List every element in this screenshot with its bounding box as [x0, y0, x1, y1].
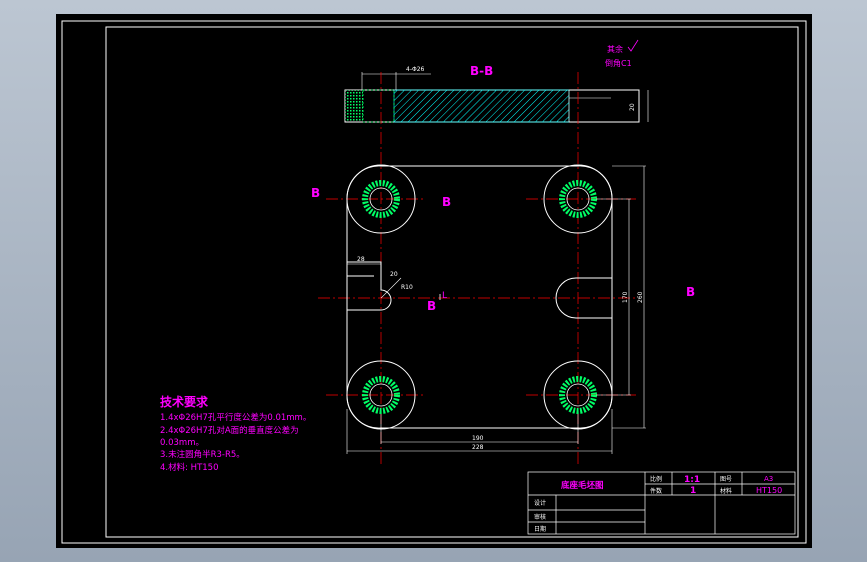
tech-requirements: 技术要求 1.4xΦ26H7孔平行度公差为0.01mm。 2.4xΦ26H7孔对…	[160, 394, 311, 473]
sheet-value: A3	[764, 475, 773, 483]
section-view	[344, 72, 649, 123]
material-value: HT150	[756, 486, 782, 495]
surface-note-chamfer: 倒角C1	[605, 58, 632, 68]
dim-thickness: 20	[629, 103, 636, 111]
title-block: 底座毛坯图 比例 1:1 件数 1 图号 A3 材料 HT150 设计 审核 日…	[527, 471, 796, 535]
date-label: 日期	[534, 525, 546, 533]
section-mark-far: B	[686, 285, 695, 299]
dim-hole-h: 190	[472, 435, 484, 442]
tech-line-2: 2.4xΦ26H7孔对A面的垂直度公差为	[160, 425, 299, 436]
tech-title: 技术要求	[160, 394, 209, 409]
scale-value: 1:1	[684, 475, 700, 485]
scale-label: 比例	[650, 475, 662, 483]
dim-slot-w: 20	[390, 271, 398, 278]
section-mark-lower: B	[427, 299, 436, 313]
dim-hole-v: 170	[622, 291, 629, 303]
section-mark-right: B	[442, 195, 451, 209]
holes	[362, 180, 597, 414]
surface-note-rest: 其余	[607, 44, 623, 54]
drawing-canvas[interactable]: B-B B B B B L 其余 倒角C1 4-Φ26 20 28 R10 20…	[56, 14, 812, 548]
tech-line-3: 0.03mm。	[160, 438, 204, 448]
sheet-label: 图号	[720, 476, 732, 483]
dim-overall-w: 228	[472, 444, 484, 451]
tech-line-4: 3.未注圆角半R3-R5。	[160, 449, 245, 460]
material-label: 材料	[720, 487, 732, 495]
section-mark-left: B	[311, 186, 320, 200]
cad-drawing: B-B B B B B L 其余 倒角C1 4-Φ26 20 28 R10 20…	[61, 20, 807, 544]
qty-label: 件数	[650, 487, 662, 495]
qty-value: 1	[690, 486, 696, 496]
part-name: 底座毛坯图	[561, 480, 604, 491]
tech-line-1: 1.4xΦ26H7孔平行度公差为0.01mm。	[160, 412, 311, 423]
tech-line-5: 4.材料: HT150	[160, 462, 218, 473]
checker-label: 审核	[534, 513, 546, 521]
dim-side-width: 28	[357, 256, 365, 263]
dim-holes: 4-Φ26	[406, 66, 425, 73]
designer-label: 设计	[534, 499, 546, 507]
roughness-check-icon	[627, 39, 639, 52]
dim-slot-r: R10	[401, 284, 413, 291]
section-title: B-B	[470, 64, 493, 78]
dim-overall-h: 260	[637, 291, 644, 303]
plan-outline	[346, 164, 613, 430]
ref-letter: L	[442, 291, 447, 301]
